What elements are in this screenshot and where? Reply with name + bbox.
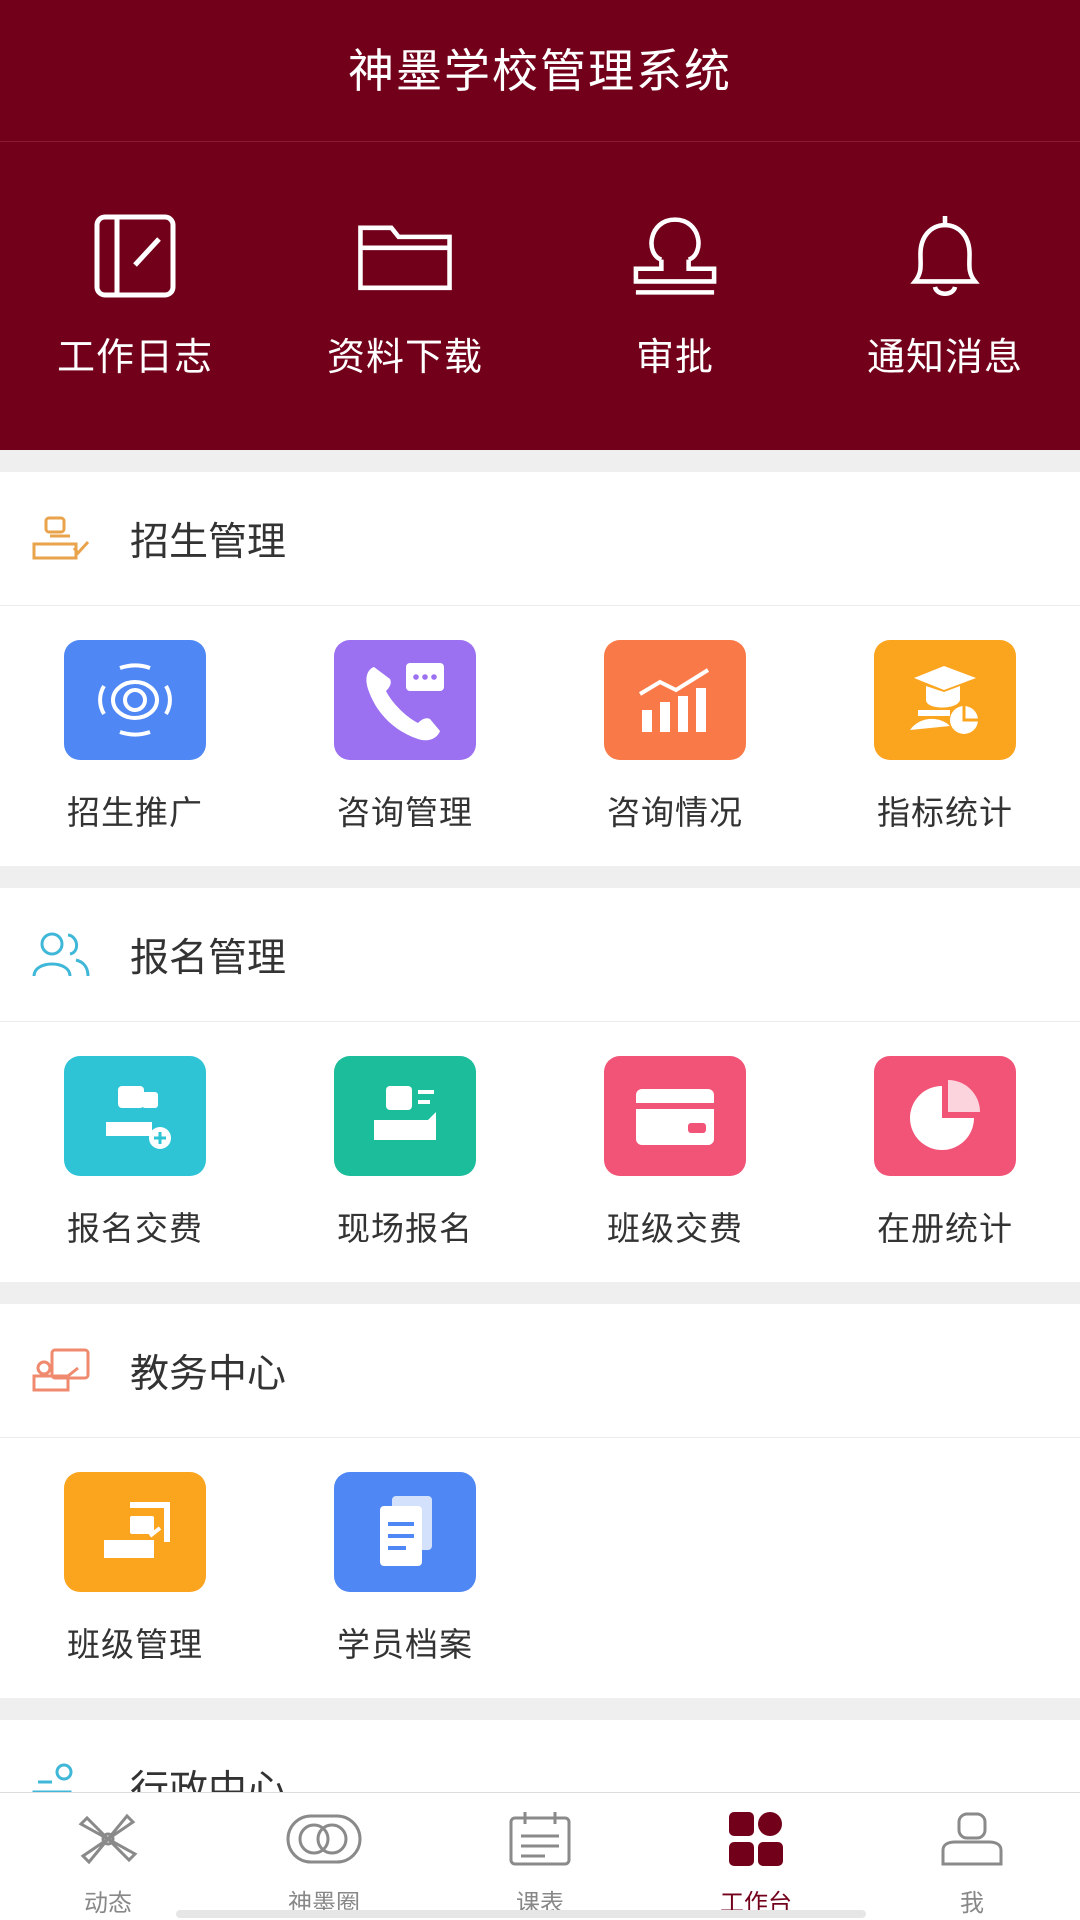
quick-notifications[interactable]: 通知消息 xyxy=(810,142,1080,450)
tile-recruit-promotion[interactable]: 招生推广 xyxy=(0,606,270,866)
teaching-icon xyxy=(30,1346,94,1396)
enrollment-icon xyxy=(30,514,94,564)
circles-icon xyxy=(284,1809,364,1869)
onsite-register-icon xyxy=(334,1056,476,1176)
tab-label: 动态 xyxy=(84,1889,132,1917)
quick-work-log[interactable]: 工作日志 xyxy=(0,142,270,450)
files-icon xyxy=(334,1472,476,1592)
tile-label: 咨询情况 xyxy=(607,793,743,832)
section-title: 教务中心 xyxy=(130,1351,287,1397)
section-title: 报名管理 xyxy=(130,935,287,981)
pie-icon xyxy=(874,1056,1016,1176)
section-enrollment: 招生管理 招生推广 咨询管理 咨询情况 指标统计 xyxy=(0,472,1080,866)
tile-label: 班级交费 xyxy=(607,1209,743,1248)
section-teaching-center: 教务中心 班级管理 学员档案 xyxy=(0,1304,1080,1698)
register-pay-icon xyxy=(64,1056,206,1176)
tile-label: 现场报名 xyxy=(337,1209,473,1248)
quick-actions: 工作日志 资料下载 审批 通知消息 xyxy=(0,142,1080,450)
tile-index-statistics[interactable]: 指标统计 xyxy=(810,606,1080,866)
phone-chat-icon xyxy=(334,640,476,760)
tab-label: 我 xyxy=(960,1889,984,1917)
tile-label: 报名交费 xyxy=(67,1209,203,1248)
tile-class-pay[interactable]: 班级交费 xyxy=(540,1022,810,1282)
tab-me[interactable]: 我 xyxy=(864,1793,1080,1920)
tile-label: 指标统计 xyxy=(877,793,1013,832)
stamp-icon xyxy=(625,208,725,304)
app-header: 神墨学校管理系统 工作日志 资料下载 审批 通知消息 xyxy=(0,0,1080,450)
section-header: 招生管理 xyxy=(0,472,1080,606)
quick-approval[interactable]: 审批 xyxy=(540,142,810,450)
section-registration: 报名管理 报名交费 现场报名 班级交费 在册统计 xyxy=(0,888,1080,1282)
tile-student-files[interactable]: 学员档案 xyxy=(270,1438,540,1698)
tile-onsite-register[interactable]: 现场报名 xyxy=(270,1022,540,1282)
tab-circle[interactable]: 神墨圈 xyxy=(216,1793,432,1920)
quick-downloads[interactable]: 资料下载 xyxy=(270,142,540,450)
pinwheel-icon xyxy=(68,1809,148,1869)
home-indicator xyxy=(176,1910,866,1918)
tile-label: 学员档案 xyxy=(337,1625,473,1664)
section-title: 行政中心 xyxy=(130,1767,287,1793)
tile-consult-management[interactable]: 咨询管理 xyxy=(270,606,540,866)
users-icon xyxy=(30,930,94,980)
card-icon xyxy=(604,1056,746,1176)
section-title: 招生管理 xyxy=(130,519,287,565)
journal-icon xyxy=(85,208,185,304)
tile-consult-status[interactable]: 咨询情况 xyxy=(540,606,810,866)
tile-label: 在册统计 xyxy=(877,1209,1013,1248)
graduate-chart-icon xyxy=(874,640,1016,760)
section-header: 报名管理 xyxy=(0,888,1080,1022)
section-grid: 报名交费 现场报名 班级交费 在册统计 xyxy=(0,1022,1080,1282)
tab-feed[interactable]: 动态 xyxy=(0,1793,216,1920)
tab-schedule[interactable]: 课表 xyxy=(432,1793,648,1920)
page-title: 神墨学校管理系统 xyxy=(0,0,1080,142)
calendar-icon xyxy=(500,1809,580,1869)
section-grid: 班级管理 学员档案 xyxy=(0,1438,1080,1698)
section-header: 教务中心 xyxy=(0,1304,1080,1438)
workbench-content[interactable]: 招生管理 招生推广 咨询管理 咨询情况 指标统计 报名管理 报名交费 现场报名 … xyxy=(0,450,1080,1792)
bar-trend-icon xyxy=(604,640,746,760)
tile-label: 班级管理 xyxy=(67,1625,203,1664)
person-icon xyxy=(932,1809,1012,1869)
tab-workbench[interactable]: 工作台 xyxy=(648,1793,864,1920)
quick-work-log-label: 工作日志 xyxy=(56,335,213,379)
grid-icon xyxy=(716,1809,796,1869)
quick-notifications-label: 通知消息 xyxy=(866,335,1023,379)
folder-icon xyxy=(355,208,455,304)
broadcast-icon xyxy=(64,640,206,760)
tile-class-management[interactable]: 班级管理 xyxy=(0,1438,270,1698)
tile-roll-statistics[interactable]: 在册统计 xyxy=(810,1022,1080,1282)
bell-icon xyxy=(895,208,995,304)
bottom-tab-bar: 动态 神墨圈 课表 工作台 我 xyxy=(0,1792,1080,1920)
class-icon xyxy=(64,1472,206,1592)
tile-label: 招生推广 xyxy=(67,793,203,832)
quick-approval-label: 审批 xyxy=(635,335,714,379)
tile-label: 咨询管理 xyxy=(337,793,473,832)
tile-register-pay[interactable]: 报名交费 xyxy=(0,1022,270,1282)
section-admin-center: 行政中心 xyxy=(0,1720,1080,1792)
admin-icon xyxy=(30,1762,94,1792)
quick-downloads-label: 资料下载 xyxy=(326,335,483,379)
section-header: 行政中心 xyxy=(0,1720,1080,1792)
section-grid: 招生推广 咨询管理 咨询情况 指标统计 xyxy=(0,606,1080,866)
